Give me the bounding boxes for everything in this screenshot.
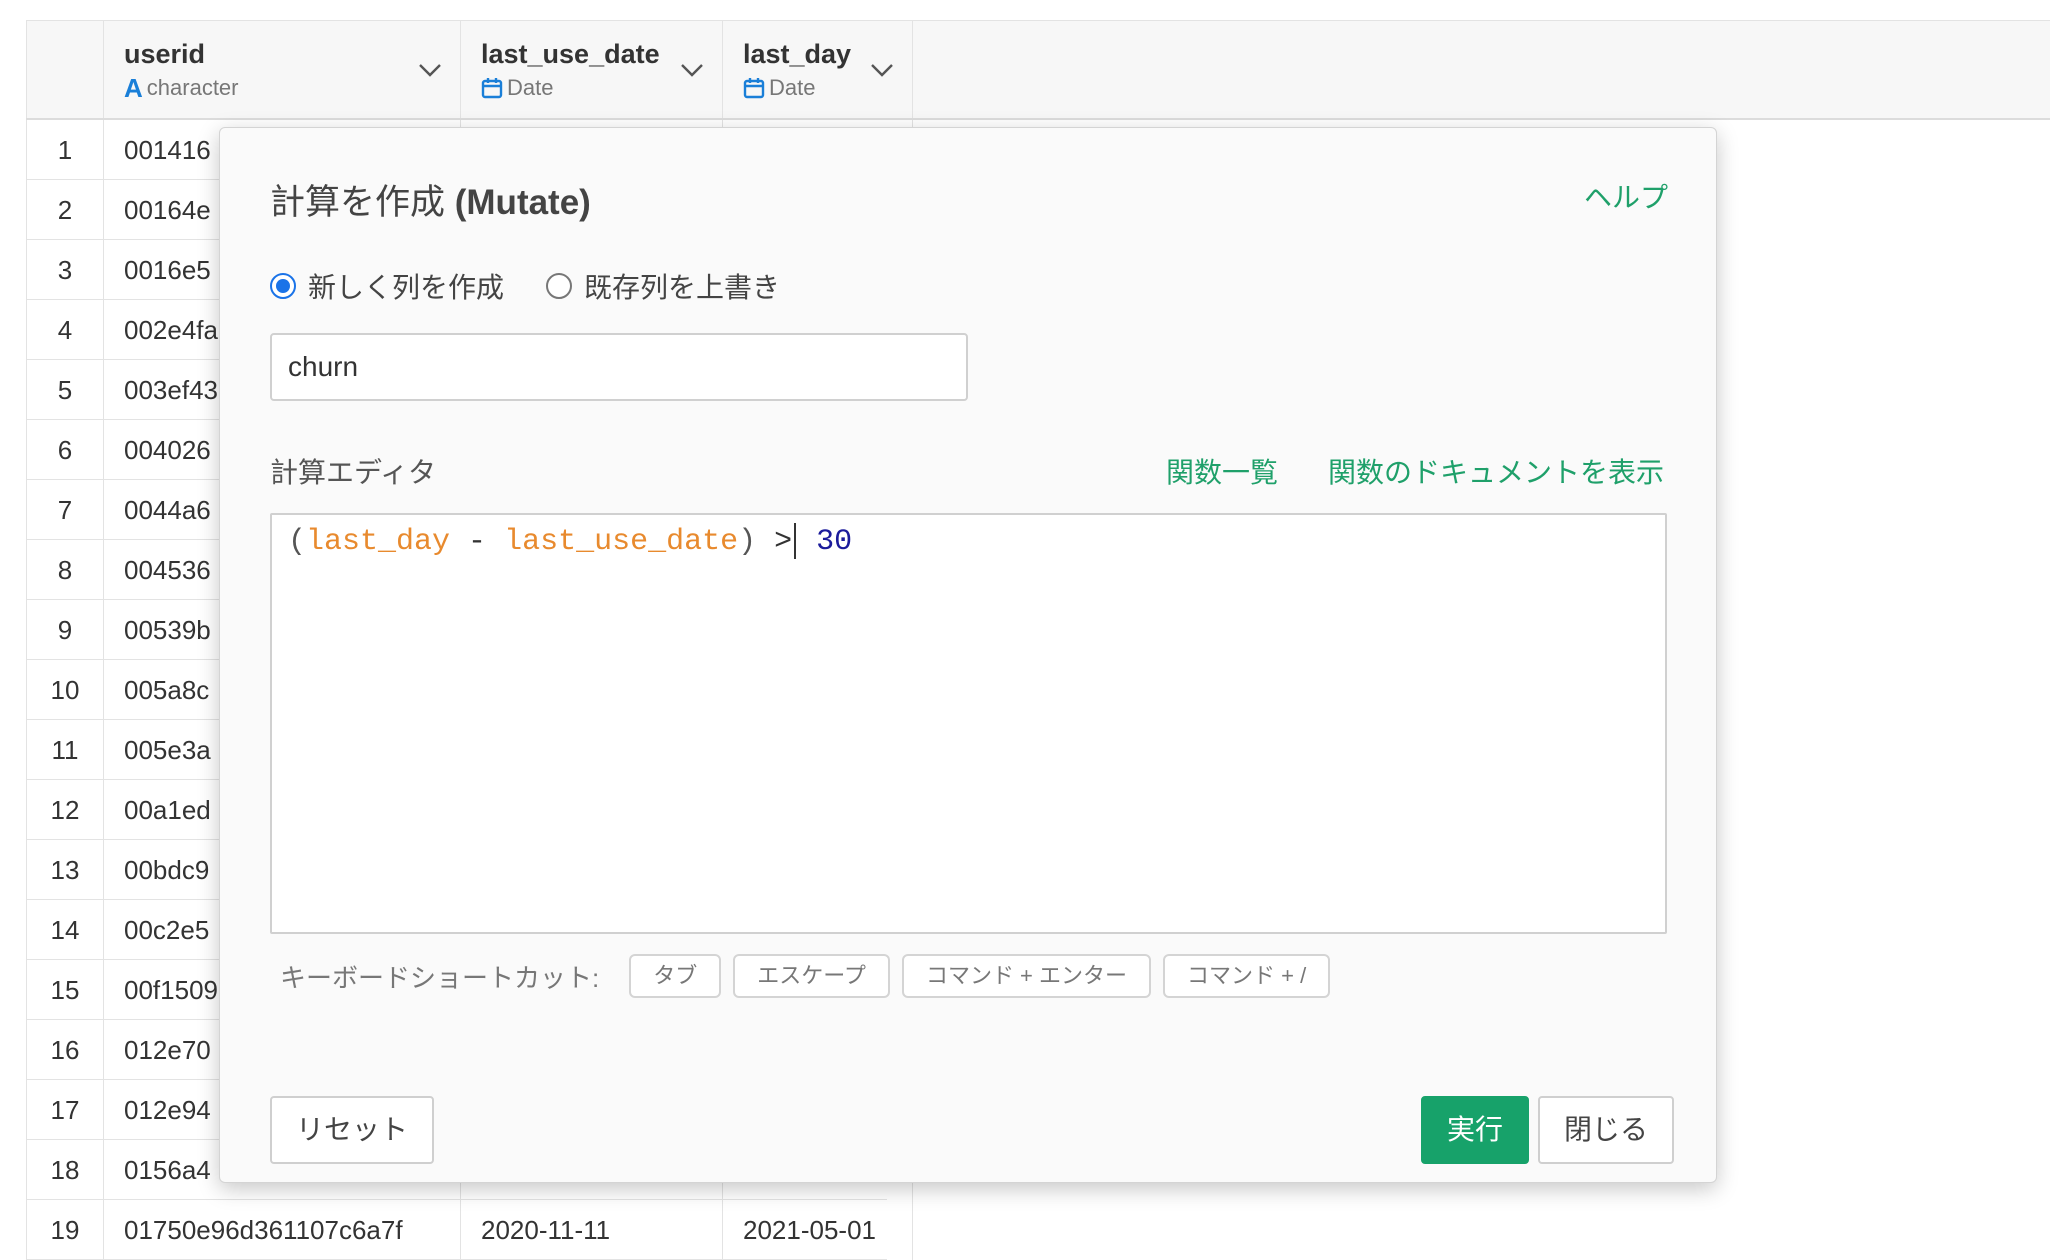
shortcuts-label: キーボードショートカット: xyxy=(280,962,600,993)
row-number: 11 xyxy=(26,720,104,780)
column-name: last_day xyxy=(743,39,852,69)
text-type-icon: A xyxy=(124,73,143,103)
row-number: 3 xyxy=(26,240,104,300)
help-link[interactable]: ヘルプ xyxy=(1584,176,1668,216)
row-number: 13 xyxy=(26,840,104,900)
radio-new-column-label: 新しく列を作成 xyxy=(308,272,505,303)
dialog-title: 計算を作成 (Mutate) xyxy=(270,174,591,225)
close-button[interactable]: 閉じる xyxy=(1538,1096,1674,1164)
token-column-last-day: last_day xyxy=(306,524,451,559)
expression-editor[interactable]: (last_day - last_use_date) > 30 xyxy=(270,513,1667,934)
radio-overwrite-column[interactable]: 既存列を上書き xyxy=(546,266,780,306)
keyboard-shortcuts: キーボードショートカット: タブ エスケープ コマンド + エンター コマンド … xyxy=(280,954,1331,998)
cell-userid: 01750e96d361107c6a7f xyxy=(104,1200,461,1260)
shortcut-cmd-slash[interactable]: コマンド + / xyxy=(1163,954,1331,998)
row-number: 4 xyxy=(26,300,104,360)
mutate-dialog: 計算を作成 (Mutate) ヘルプ 新しく列を作成 既存列を上書き 計算エディ… xyxy=(219,127,1717,1183)
column-name: userid xyxy=(124,39,206,69)
dialog-title-ja: 計算を作成 xyxy=(270,183,446,222)
column-header-last-use-date[interactable]: last_use_date Date xyxy=(461,21,723,118)
shortcut-tab[interactable]: タブ xyxy=(629,954,722,998)
text-caret xyxy=(794,523,797,559)
row-number: 6 xyxy=(26,420,104,480)
row-number: 8 xyxy=(26,540,104,600)
column-type: A character xyxy=(124,75,239,101)
row-number: 15 xyxy=(26,960,104,1020)
row-number: 5 xyxy=(26,360,104,420)
column-type-label: Date xyxy=(769,75,816,100)
token-number: 30 xyxy=(798,524,853,559)
row-number: 10 xyxy=(26,660,104,720)
column-name: last_use_date xyxy=(481,39,660,69)
radio-overwrite-column-label: 既存列を上書き xyxy=(584,272,781,303)
grid-header: userid A character last_use_date Date la… xyxy=(26,20,2050,120)
row-number: 12 xyxy=(26,780,104,840)
editor-label: 計算エディタ xyxy=(270,457,437,488)
shortcut-cmd-enter[interactable]: コマンド + エンター xyxy=(901,954,1152,998)
token-open-paren: ( xyxy=(288,524,307,559)
rownum-header xyxy=(26,21,104,118)
reset-button[interactable]: リセット xyxy=(270,1096,434,1164)
chevron-down-icon[interactable] xyxy=(418,63,442,82)
column-type: Date xyxy=(481,75,553,101)
cell-last-use-date: 2020-11-11 xyxy=(461,1200,723,1260)
token-minus: - xyxy=(450,524,505,559)
token-greater-than: > xyxy=(756,524,793,559)
row-number: 19 xyxy=(26,1200,104,1260)
radio-selected-icon[interactable] xyxy=(270,273,296,299)
token-column-last-use-date: last_use_date xyxy=(504,524,739,559)
row-number: 7 xyxy=(26,480,104,540)
shortcut-escape[interactable]: エスケープ xyxy=(733,954,890,998)
column-header-userid[interactable]: userid A character xyxy=(104,21,461,118)
calendar-icon xyxy=(481,77,503,99)
row-number: 2 xyxy=(26,180,104,240)
column-type: Date xyxy=(743,75,815,101)
run-button[interactable]: 実行 xyxy=(1421,1096,1529,1164)
radio-new-column[interactable]: 新しく列を作成 xyxy=(270,266,504,306)
row-number: 17 xyxy=(26,1080,104,1140)
column-type-label: character xyxy=(146,75,239,100)
column-name-input[interactable] xyxy=(270,333,968,401)
row-number: 9 xyxy=(26,600,104,660)
mode-radio-group: 新しく列を作成 既存列を上書き xyxy=(270,266,780,306)
table-row[interactable]: 19 01750e96d361107c6a7f 2020-11-11 2021-05-… xyxy=(26,1200,913,1260)
chevron-down-icon[interactable] xyxy=(680,63,704,82)
row-number: 1 xyxy=(26,120,104,180)
cell-last-day: 2021-05-01 xyxy=(723,1200,913,1260)
function-list-link[interactable]: 関数一覧 xyxy=(1166,451,1278,491)
chevron-down-icon[interactable] xyxy=(870,63,894,82)
calendar-icon xyxy=(743,77,765,99)
column-type-label: Date xyxy=(507,75,554,100)
row-number: 16 xyxy=(26,1020,104,1080)
column-header-last-day[interactable]: last_day Date xyxy=(723,21,913,118)
dialog-title-en: (Mutate) xyxy=(454,183,591,222)
token-close-paren: ) xyxy=(738,524,757,559)
row-number: 14 xyxy=(26,900,104,960)
radio-unselected-icon[interactable] xyxy=(546,273,573,299)
row-number: 18 xyxy=(26,1140,104,1200)
editor-links: 関数一覧 関数のドキュメントを表示 xyxy=(1166,451,1664,491)
function-docs-link[interactable]: 関数のドキュメントを表示 xyxy=(1328,451,1664,491)
